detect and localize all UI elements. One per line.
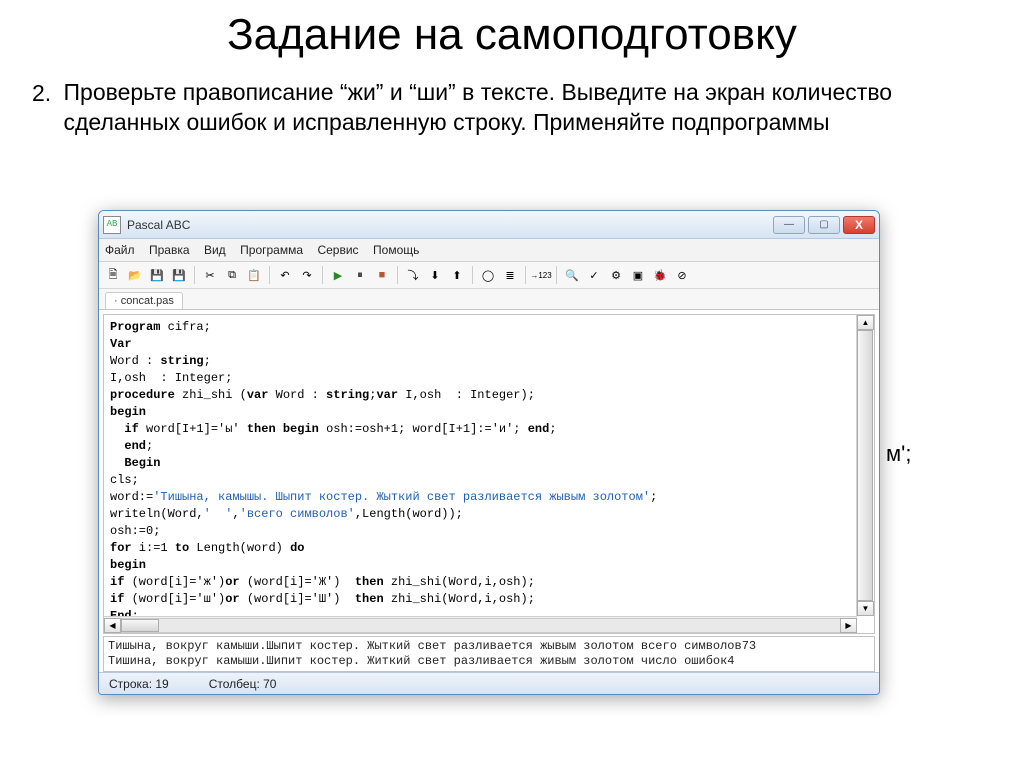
vertical-scrollbar[interactable]: ▲ ▼ xyxy=(856,315,873,616)
menu-edit[interactable]: Правка xyxy=(149,243,190,257)
build-icon[interactable]: ⚙ xyxy=(606,265,626,285)
toolbar-separator xyxy=(472,266,473,284)
code-line[interactable]: writeln(Word,' ','всего символов',Length… xyxy=(110,506,851,523)
stop-icon[interactable]: ■ xyxy=(372,265,392,285)
debug-icon[interactable]: 🐞 xyxy=(650,265,670,285)
output-line: Тишына, вокруг камыши.Шыпит костер. Жытк… xyxy=(108,639,870,654)
toolbar-separator xyxy=(397,266,398,284)
toolbar-separator xyxy=(194,266,195,284)
titlebar[interactable]: AB Pascal ABC — ▢ X xyxy=(99,211,879,239)
tab-bar: · concat.pas xyxy=(99,289,879,310)
window-title: Pascal ABC xyxy=(127,218,773,232)
save-icon[interactable]: 💾 xyxy=(147,265,167,285)
status-row: Строка: 19 xyxy=(109,677,169,691)
horizontal-scroll-thumb[interactable] xyxy=(121,619,159,632)
step-out-icon[interactable]: ⬆ xyxy=(447,265,467,285)
menu-program[interactable]: Программа xyxy=(240,243,303,257)
toolbar-separator xyxy=(525,266,526,284)
code-line[interactable]: end; xyxy=(110,438,851,455)
code-line[interactable]: Word : string; xyxy=(110,353,851,370)
status-col: Столбец: 70 xyxy=(209,677,277,691)
app-window: AB Pascal ABC — ▢ X Файл Правка Вид Прог… xyxy=(98,210,880,695)
cut-icon[interactable]: ✂ xyxy=(200,265,220,285)
breakpoints-icon[interactable]: ≣ xyxy=(500,265,520,285)
toggle-breakpoint-icon[interactable]: ◯ xyxy=(478,265,498,285)
code-line[interactable]: I,osh : Integer; xyxy=(110,370,851,387)
menu-view[interactable]: Вид xyxy=(204,243,226,257)
halt-icon[interactable]: ⊘ xyxy=(672,265,692,285)
redo-icon[interactable]: ↷ xyxy=(297,265,317,285)
undo-icon[interactable]: ↶ xyxy=(275,265,295,285)
minimize-button[interactable]: — xyxy=(773,216,805,234)
paste-icon[interactable]: 📋 xyxy=(244,265,264,285)
code-editor[interactable]: Program cifra;VarWord : string;I,osh : I… xyxy=(103,314,875,634)
save-all-icon[interactable]: 💾 xyxy=(169,265,189,285)
menu-file[interactable]: Файл xyxy=(105,243,135,257)
code-line[interactable]: procedure zhi_shi (var Word : string;var… xyxy=(110,387,851,404)
new-icon[interactable]: 🗎 xyxy=(103,265,123,285)
task-number: 2. xyxy=(32,78,64,107)
code-line[interactable]: Program cifra; xyxy=(110,319,851,336)
code-line[interactable]: osh:=0; xyxy=(110,523,851,540)
code-line[interactable]: if (word[i]='ж')or (word[i]='Ж') then zh… xyxy=(110,574,851,591)
background-stray-text: м'; xyxy=(886,441,911,467)
output-line: Тишина, вокруг камыши.Шипит костер. Житк… xyxy=(108,654,870,669)
open-icon[interactable]: 📂 xyxy=(125,265,145,285)
horizontal-scrollbar[interactable]: ◀ ▶ xyxy=(104,616,857,633)
find-icon[interactable]: 🔍 xyxy=(562,265,582,285)
pause-icon[interactable]: ⏸ xyxy=(350,265,370,285)
scroll-left-icon[interactable]: ◀ xyxy=(104,618,121,633)
goto-icon[interactable]: →123 xyxy=(531,265,551,285)
copy-icon[interactable]: ⧉ xyxy=(222,265,242,285)
step-into-icon[interactable]: ⬇ xyxy=(425,265,445,285)
maximize-button[interactable]: ▢ xyxy=(808,216,840,234)
code-line[interactable]: cls; xyxy=(110,472,851,489)
close-button[interactable]: X xyxy=(843,216,875,234)
code-line[interactable]: begin xyxy=(110,404,851,421)
vertical-scroll-thumb[interactable] xyxy=(857,330,873,601)
code-line[interactable]: Var xyxy=(110,336,851,353)
scroll-right-icon[interactable]: ▶ xyxy=(840,618,857,633)
scroll-up-icon[interactable]: ▲ xyxy=(857,315,874,330)
output-panel: Тишына, вокруг камыши.Шыпит костер. Жытк… xyxy=(103,636,875,672)
code-line[interactable]: Begin xyxy=(110,455,851,472)
toolbar-separator xyxy=(556,266,557,284)
code-line[interactable]: if (word[i]='ш')or (word[i]='Ш') then zh… xyxy=(110,591,851,608)
status-bar: Строка: 19 Столбец: 70 xyxy=(99,672,879,694)
code-line[interactable]: End; xyxy=(110,608,851,616)
menu-bar: Файл Правка Вид Программа Сервис Помощь xyxy=(99,239,879,262)
toolbar: 🗎 📂 💾 💾 ✂ ⧉ 📋 ↶ ↷ ▶ ⏸ ■ ⤵ ⬇ ⬆ ◯ ≣ →123 xyxy=(99,262,879,289)
compile-icon[interactable]: ✓ xyxy=(584,265,604,285)
menu-service[interactable]: Сервис xyxy=(317,243,358,257)
code-line[interactable]: word:='Тишына, камышы. Шыпит костер. Жыт… xyxy=(110,489,851,506)
app-icon: AB xyxy=(103,216,121,234)
menu-help[interactable]: Помощь xyxy=(373,243,419,257)
toolbar-separator xyxy=(269,266,270,284)
scroll-down-icon[interactable]: ▼ xyxy=(857,601,874,616)
run-icon[interactable]: ▶ xyxy=(328,265,348,285)
task-text: Проверьте правописание “жи” и “ши” в тек… xyxy=(64,78,965,138)
toolbar-separator xyxy=(322,266,323,284)
exec-icon[interactable]: ▣ xyxy=(628,265,648,285)
slide-heading: Задание на самоподготовку xyxy=(20,10,1004,60)
step-over-icon[interactable]: ⤵ xyxy=(403,265,423,285)
code-line[interactable]: begin xyxy=(110,557,851,574)
code-line[interactable]: if word[I+1]='ы' then begin osh:=osh+1; … xyxy=(110,421,851,438)
code-line[interactable]: for i:=1 to Length(word) do xyxy=(110,540,851,557)
tab-file[interactable]: · concat.pas xyxy=(105,292,183,309)
